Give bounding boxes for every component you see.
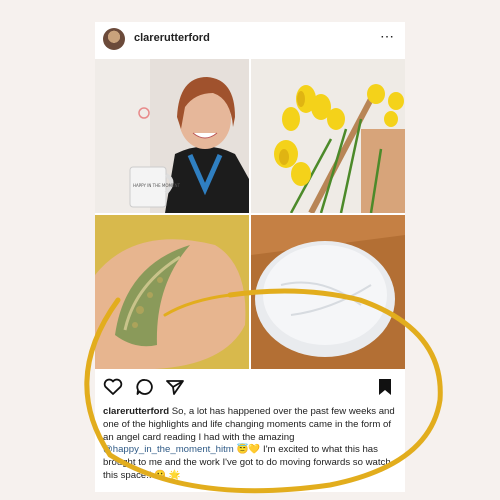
photo-selenite-disc[interactable] (251, 215, 405, 369)
photo-yellow-flowers[interactable] (251, 59, 405, 213)
bookmark-icon[interactable] (377, 378, 393, 396)
action-bar (95, 372, 405, 402)
photo-crystal-moon-in-hand[interactable] (95, 215, 249, 369)
mug-text: HAPPY IN THE MOMENT (133, 183, 180, 188)
photo-grid: HAPPY IN THE MOMENT (95, 59, 405, 369)
comment-icon[interactable] (135, 378, 155, 396)
caption-username[interactable]: clarerutterford (103, 406, 169, 417)
share-icon[interactable] (165, 378, 185, 396)
heart-icon[interactable] (103, 378, 123, 396)
post-caption: clarerutterford So, a lot has happened o… (103, 406, 397, 483)
instagram-post-card: clarerutterford ⋯ HAPPY IN THE MOMENT cl… (95, 22, 405, 492)
avatar[interactable] (103, 28, 125, 50)
woman-illustration: HAPPY IN THE MOMENT (95, 59, 249, 213)
post-username[interactable]: clarerutterford (134, 32, 210, 44)
crystal-illustration (95, 215, 249, 369)
flowers-illustration (251, 59, 405, 213)
caption-mention[interactable]: @happy_in_the_moment_hitm (103, 444, 234, 455)
photo-woman-with-mug[interactable]: HAPPY IN THE MOMENT (95, 59, 249, 213)
more-icon[interactable]: ⋯ (380, 28, 395, 45)
selenite-illustration (251, 215, 405, 369)
post-header: clarerutterford ⋯ (95, 22, 405, 56)
